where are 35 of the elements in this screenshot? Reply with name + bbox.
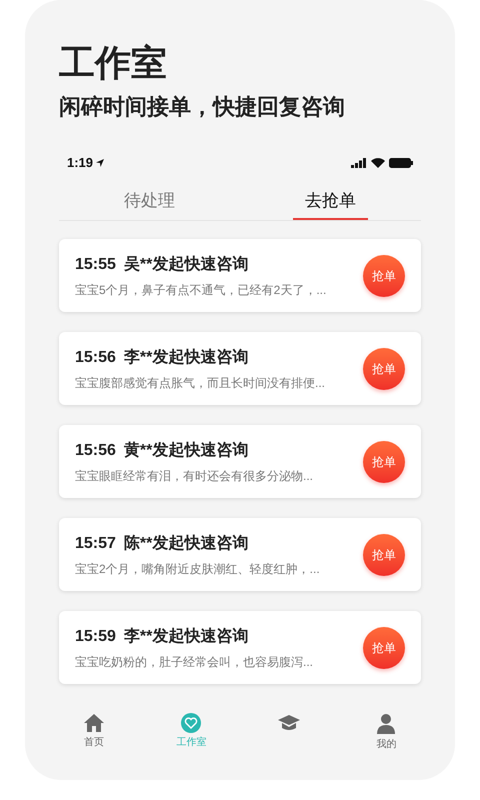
grab-order-button[interactable]: 抢单 (363, 254, 405, 296)
order-time: 15:55 (75, 254, 116, 274)
headline-title: 工作室 (59, 42, 168, 84)
grab-order-button[interactable]: 抢单 (363, 534, 405, 576)
battery-icon (389, 158, 413, 168)
graduation-cap-icon (276, 713, 301, 733)
nav-tab[interactable]: 首页 (45, 713, 142, 752)
order-time: 15:56 (75, 440, 116, 460)
nav-tab[interactable]: 我的 (338, 713, 435, 752)
signal-icon (351, 158, 367, 168)
person-icon (376, 713, 396, 735)
headline-subtitle: 闲碎时间接单，快捷回复咨询 (59, 93, 346, 121)
order-time: 15:59 (75, 626, 116, 646)
grab-order-button[interactable]: 抢单 (363, 348, 405, 390)
nav-tab[interactable]: 工作室 (142, 713, 240, 752)
status-time: 1:19 (67, 154, 94, 172)
order-time: 15:57 (75, 534, 116, 554)
order-title: 黄**发起快速咨询 (124, 440, 248, 460)
order-title: 吴**发起快速咨询 (124, 254, 248, 274)
grab-order-button[interactable]: 抢单 (363, 626, 405, 668)
order-summary: 宝宝眼眶经常有泪，有时还会有很多分泌物... (75, 468, 314, 484)
tab[interactable]: 去抢单 (240, 184, 421, 220)
home-icon (82, 713, 105, 733)
order-summary: 宝宝腹部感觉有点胀气，而且长时间没有排便... (75, 374, 326, 392)
grab-order-button[interactable]: 抢单 (363, 440, 405, 482)
order-summary: 宝宝5个月，鼻子有点不通气，已经有2天了，... (75, 282, 328, 298)
order-time: 15:56 (75, 348, 116, 368)
order-summary: 宝宝2个月，嘴角附近皮肤潮红、轻度红肿，... (75, 560, 321, 578)
location-arrow-icon (96, 159, 104, 167)
order-title: 李**发起快速咨询 (124, 626, 248, 646)
order-title: 李**发起快速咨询 (124, 348, 248, 368)
tab[interactable]: 待处理 (59, 184, 240, 220)
order-title: 陈**发起快速咨询 (124, 534, 248, 554)
wifi-icon (371, 158, 385, 168)
order-summary: 宝宝吃奶粉的，肚子经常会叫，也容易腹泻... (75, 654, 314, 670)
